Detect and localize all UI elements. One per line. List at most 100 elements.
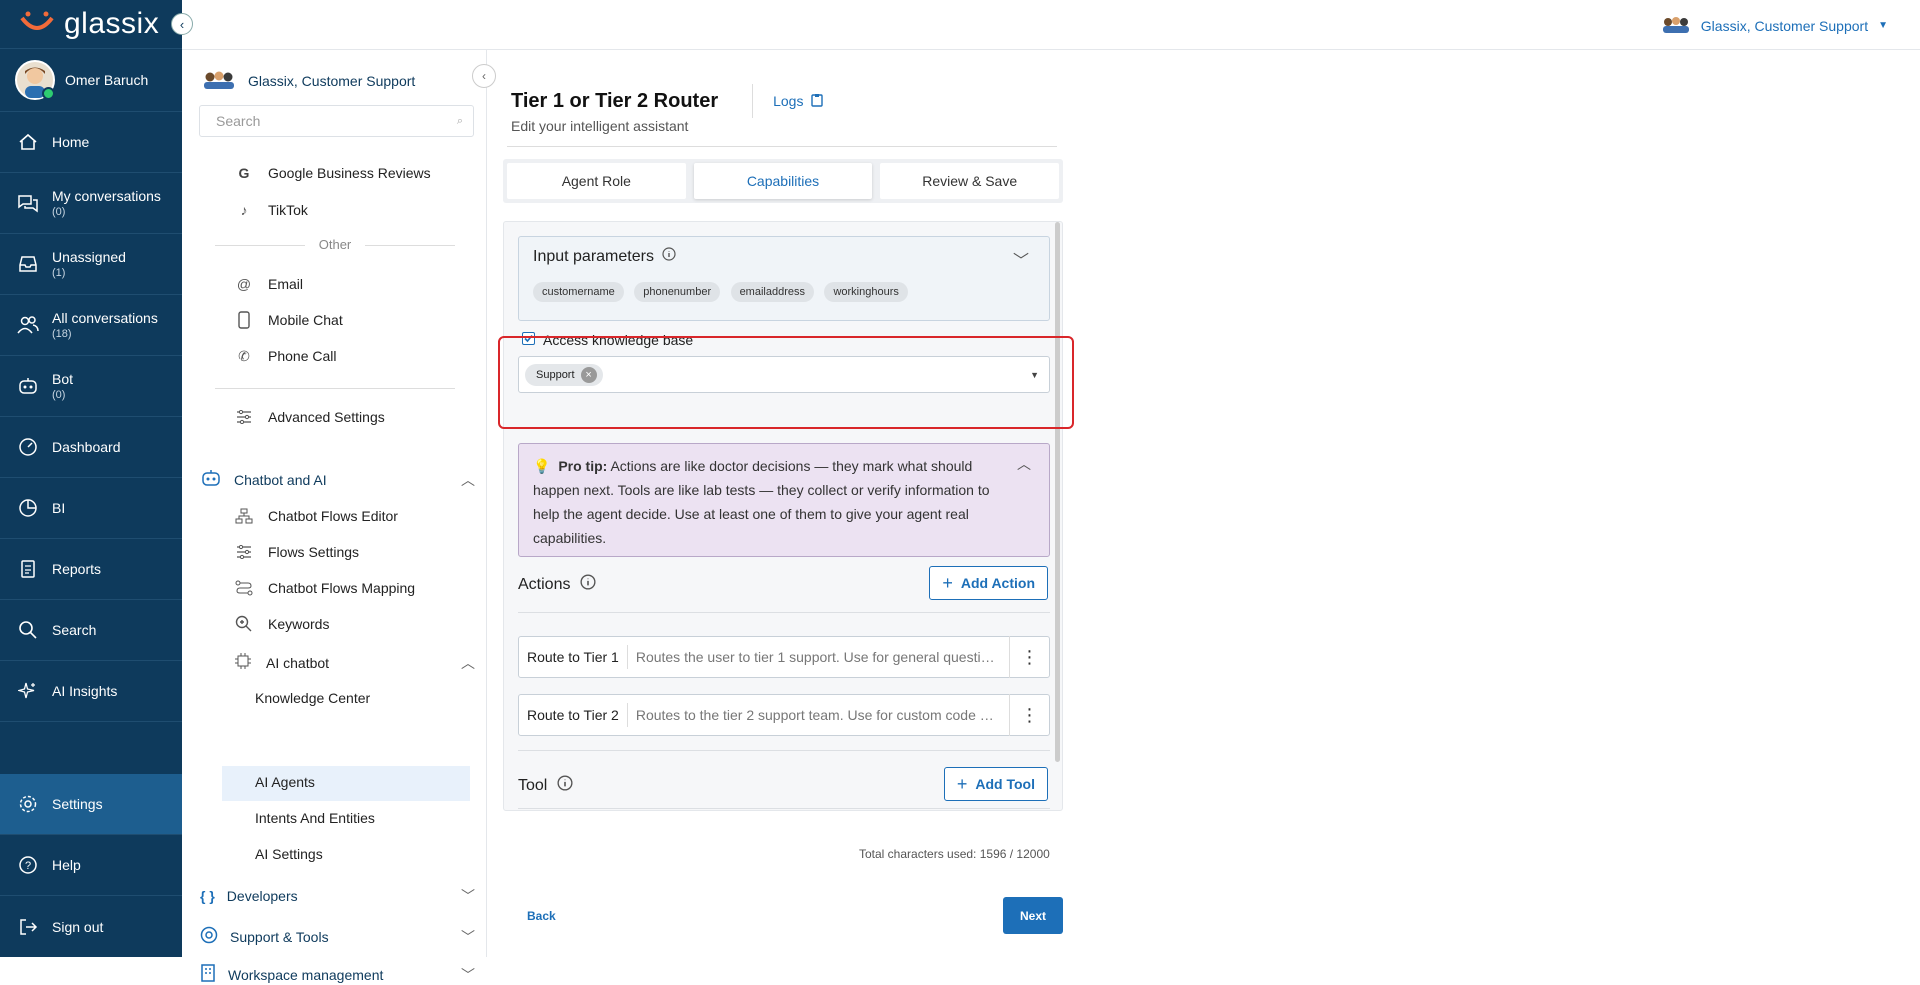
sidebar-item-phone-call[interactable]: ✆ Phone Call xyxy=(234,346,336,366)
chevron-down-icon[interactable]: ﹀ xyxy=(1013,247,1029,271)
add-action-button[interactable]: + Add Action xyxy=(929,566,1048,600)
settings-sidebar: Glassix, Customer Support ‹ Search ⌕ G G… xyxy=(182,50,496,983)
sidebar-search-input[interactable]: Search ⌕ xyxy=(199,105,474,137)
sidebar-item-ai-settings[interactable]: AI Settings xyxy=(255,846,323,862)
section-label: Developers xyxy=(226,888,298,904)
sidebar-item-chatbot-flows-editor[interactable]: Chatbot Flows Editor xyxy=(234,506,398,526)
sidebar-item-label: Knowledge Center xyxy=(255,690,371,706)
sidebar-item-google-reviews[interactable]: G Google Business Reviews xyxy=(234,163,431,183)
nav-search[interactable]: Search xyxy=(0,600,182,661)
info-icon[interactable] xyxy=(662,247,676,266)
chat-bubbles-icon xyxy=(16,191,40,215)
users-icon xyxy=(16,313,40,337)
scrollbar[interactable] xyxy=(1055,222,1060,762)
robot-icon xyxy=(16,374,40,398)
nav-bi[interactable]: BI xyxy=(0,478,182,539)
nav-help[interactable]: ? Help xyxy=(0,835,182,896)
tab-agent-role[interactable]: Agent Role xyxy=(507,163,686,199)
sliders-icon xyxy=(234,542,254,562)
search-placeholder: Search xyxy=(216,113,261,129)
sidebar-item-intents-and-entities[interactable]: Intents And Entities xyxy=(255,810,375,826)
chip-icon xyxy=(234,652,252,673)
user-name: Omer Baruch xyxy=(65,72,149,88)
sidebar-item-tiktok[interactable]: ♪ TikTok xyxy=(234,200,308,220)
info-icon[interactable] xyxy=(580,574,597,595)
add-tool-button[interactable]: + Add Tool xyxy=(943,767,1048,801)
caret-down-icon: ▼ xyxy=(1878,20,1888,31)
gear-icon xyxy=(16,792,40,816)
sidebar-item-keywords[interactable]: Keywords xyxy=(234,614,329,634)
phone-icon: ✆ xyxy=(238,347,250,364)
section-chatbot-and-ai[interactable]: Chatbot and AI ︿ xyxy=(200,468,475,491)
section-support-tools[interactable]: Support & Tools ﹀ xyxy=(200,926,475,947)
nav-ai-insights[interactable]: AI Insights xyxy=(0,661,182,722)
sidebar-item-flows-settings[interactable]: Flows Settings xyxy=(234,542,359,562)
tab-capabilities[interactable]: Capabilities xyxy=(693,163,873,199)
help-circle-icon: ? xyxy=(16,853,40,877)
kebab-menu-icon[interactable]: ⋮ xyxy=(1009,694,1049,736)
team-avatars-icon xyxy=(202,68,236,93)
pro-tip-label: Pro tip: xyxy=(558,458,608,474)
back-button[interactable]: Back xyxy=(527,909,556,923)
nav-bot[interactable]: Bot (0) xyxy=(0,356,182,417)
nav-settings-label: Settings xyxy=(52,796,103,812)
nav-dashboard-label: Dashboard xyxy=(52,439,121,455)
sparkles-icon xyxy=(16,679,40,703)
sidebar-item-chatbot-flows-mapping[interactable]: Chatbot Flows Mapping xyxy=(234,578,415,598)
mapping-icon xyxy=(234,578,254,598)
unassigned-count: (1) xyxy=(52,267,66,279)
nav-my-conversations[interactable]: My conversations (0) xyxy=(0,173,182,234)
nav-home[interactable]: Home xyxy=(0,112,182,173)
sidebar-item-label: Chatbot Flows Mapping xyxy=(268,580,416,596)
nav-all-conversations[interactable]: All conversations (18) xyxy=(0,295,182,356)
chevron-up-icon[interactable]: ︿ xyxy=(1017,452,1031,476)
nav-reports[interactable]: Reports xyxy=(0,539,182,600)
sidebar-item-ai-agents[interactable]: AI Agents xyxy=(255,774,315,790)
sidebar-item-label: Advanced Settings xyxy=(268,409,385,425)
nav-unassigned-label: Unassigned xyxy=(52,249,126,265)
nav-dashboard[interactable]: Dashboard xyxy=(0,417,182,478)
action-row[interactable]: Route to Tier 1 Routes the user to tier … xyxy=(518,636,1050,678)
online-status-dot xyxy=(42,87,55,100)
code-braces-icon: { } xyxy=(200,888,215,904)
sidebar-item-label: Flows Settings xyxy=(268,544,360,560)
sidebar-item-email[interactable]: @ Email xyxy=(234,274,303,294)
section-label: Support & Tools xyxy=(230,928,329,945)
section-workspace-management[interactable]: Workspace management ﹀ xyxy=(200,964,475,985)
info-icon[interactable] xyxy=(557,775,573,796)
sidebar-item-advanced-settings[interactable]: Advanced Settings xyxy=(234,407,385,427)
nav-bot-label: Bot xyxy=(52,371,74,387)
logs-link[interactable]: Logs xyxy=(752,84,824,118)
section-developers[interactable]: { } Developers ﹀ xyxy=(200,886,475,906)
nav-settings[interactable]: Settings xyxy=(0,774,182,835)
logo[interactable]: glassix xyxy=(0,0,182,49)
section-ai-chatbot[interactable]: AI chatbot ︿ xyxy=(234,652,475,673)
parameter-chip: phonenumber xyxy=(634,282,721,302)
tab-review-save[interactable]: Review & Save xyxy=(880,163,1060,199)
nav-reports-label: Reports xyxy=(52,561,102,577)
nav-sign-out[interactable]: Sign out xyxy=(0,896,182,957)
section-label: AI chatbot xyxy=(266,654,330,671)
user-profile[interactable]: Omer Baruch xyxy=(0,49,182,112)
divider xyxy=(215,388,455,389)
next-button[interactable]: Next xyxy=(1003,897,1063,934)
logs-label: Logs xyxy=(773,93,804,109)
glassix-logo-icon xyxy=(20,11,54,30)
tool-title: Tool xyxy=(518,776,548,794)
search-icon xyxy=(16,618,40,642)
action-name: Route to Tier 1 xyxy=(519,645,628,669)
nav-unassigned[interactable]: Unassigned (1) xyxy=(0,234,182,295)
report-document-icon xyxy=(16,557,40,581)
sidebar-item-mobile-chat[interactable]: Mobile Chat xyxy=(234,310,343,330)
sidebar-workspace: Glassix, Customer Support xyxy=(182,50,486,93)
nav-sign-out-label: Sign out xyxy=(52,918,104,935)
actions-title: Actions xyxy=(518,575,571,593)
building-icon xyxy=(200,964,216,985)
sidebar-item-knowledge-center[interactable]: Knowledge Center xyxy=(255,690,370,706)
action-row[interactable]: Route to Tier 2 Routes to the tier 2 sup… xyxy=(518,694,1050,736)
kebab-menu-icon[interactable]: ⋮ xyxy=(1009,636,1049,678)
page-title: Tier 1 or Tier 2 Router xyxy=(511,89,719,112)
nav-collapse-button[interactable]: ‹ xyxy=(171,13,193,35)
workspace-switcher[interactable]: Glassix, Customer Support ▼ xyxy=(1661,14,1888,37)
input-parameters-card: Input parameters ﹀ customername phonenum… xyxy=(518,236,1050,321)
